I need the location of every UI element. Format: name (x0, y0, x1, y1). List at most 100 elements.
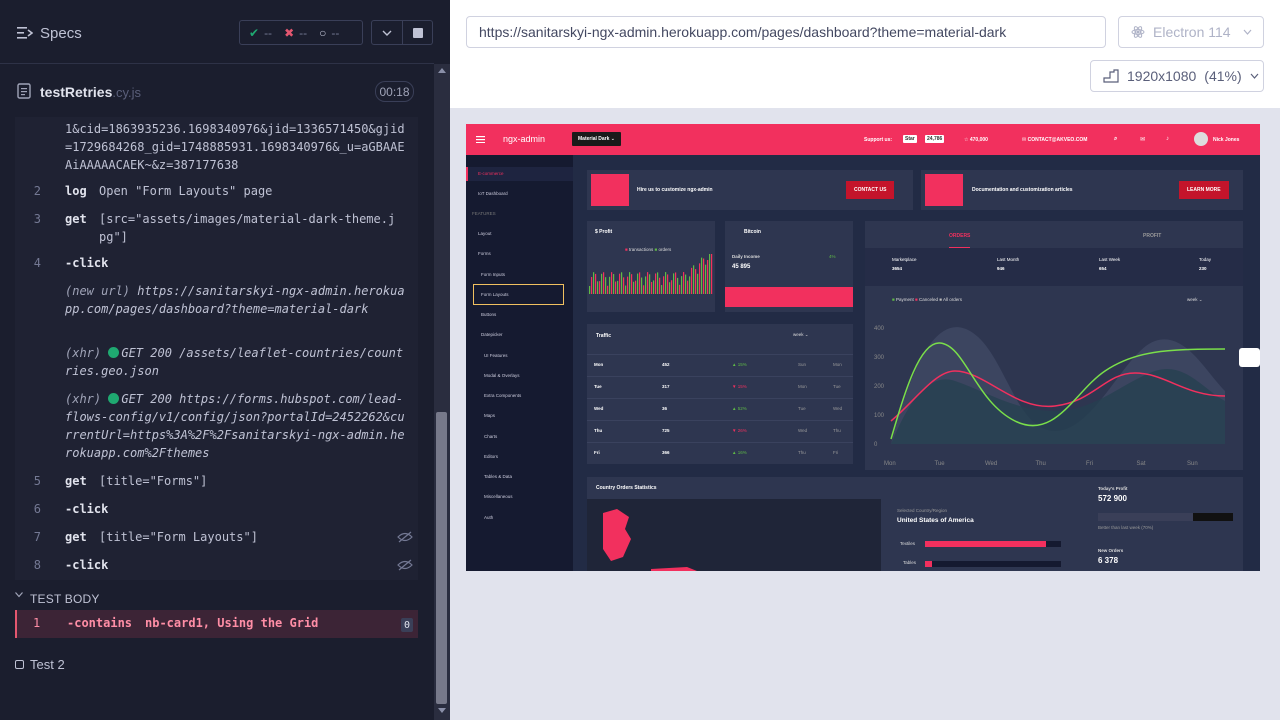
theme-select[interactable]: Material Dark ⌄ (572, 132, 621, 146)
scroll-thumb[interactable] (436, 412, 447, 704)
menu-item-forms[interactable]: Forms (478, 251, 491, 256)
profit-bar (621, 272, 623, 294)
specs-label[interactable]: Specs (40, 25, 82, 42)
orders-line-chart: 400 300 200 100 0 Mon Tue Wed Thu Fri Sat Sun (874, 326, 1226, 467)
stop-button[interactable] (403, 20, 433, 45)
traffic-cell: Mon (798, 384, 807, 389)
options-dropdown-button[interactable] (371, 20, 403, 45)
avatar[interactable] (1194, 132, 1208, 146)
menu-item-misc[interactable]: Miscellaneous (484, 494, 513, 499)
menu-item-ecommerce[interactable]: E-commerce (478, 171, 504, 176)
chevron-down-icon (15, 592, 23, 598)
profit-card: $ Profit ■ transactions ■ orders (587, 221, 715, 312)
profit-bar (679, 284, 681, 294)
contact-email[interactable]: ✉ CONTACT@AKVEO.COM (1022, 137, 1087, 143)
orders-period-select[interactable]: week ⌄ (1187, 297, 1203, 303)
profit-bar (677, 277, 679, 294)
test-body-section[interactable]: TEST BODY (15, 588, 418, 610)
menu-toggle-icon[interactable] (476, 136, 485, 143)
menu-item-layout[interactable]: Layout (478, 231, 492, 236)
traffic-cell: Fri (833, 450, 839, 455)
tab-profit[interactable]: PROFIT (1143, 233, 1161, 239)
x-tick-label: Thu (1036, 461, 1046, 467)
mail-icon[interactable]: ✉ (1140, 136, 1145, 143)
traffic-row: Wed 36 ▲ 52% Tue Wed (587, 398, 853, 418)
profit-bar (605, 277, 607, 294)
menu-item-extra[interactable]: Extra Components (484, 393, 521, 398)
profit-bar (687, 280, 689, 294)
specs-list-icon[interactable] (17, 26, 33, 40)
traffic-row: Fri 366 ▲ 16% Thu Fri (587, 442, 853, 462)
profit-bar (629, 272, 631, 294)
traffic-period-select[interactable]: week ⌄ (793, 332, 809, 338)
profit-bar-chart (589, 254, 713, 294)
y-tick-label: 200 (874, 384, 885, 390)
viewport-selector[interactable]: 1920x1080 (41%) (1090, 60, 1264, 92)
browser-selector[interactable]: Electron 114 (1118, 16, 1264, 48)
menu-item-form-layouts[interactable]: Form Layouts (481, 292, 509, 297)
bell-icon[interactable]: ♪ (1166, 136, 1169, 142)
menu-item-maps[interactable]: Maps (484, 413, 495, 418)
chevron-down-icon (382, 30, 392, 36)
scroll-up-icon[interactable] (438, 68, 446, 73)
traffic-cell: ▼ 26% (732, 428, 747, 433)
profit-bar (609, 276, 611, 294)
test-stats: ✔ -- ✖ -- ○ -- (239, 20, 363, 45)
bitcoin-card: Bitcoin Daily Income 45 895 4% (725, 221, 853, 312)
profit-bar (593, 272, 595, 294)
support-label: Support us: (864, 137, 893, 143)
app-brand[interactable]: ngx-admin (503, 134, 545, 144)
menu-item-buttons[interactable]: Buttons (481, 312, 496, 317)
menu-item-charts[interactable]: Charts (484, 434, 497, 439)
profit-bar (659, 277, 661, 294)
selected-country: United States of America (897, 517, 974, 524)
tab-orders[interactable]: ORDERS (949, 233, 971, 248)
github-star-button[interactable]: Star (903, 135, 917, 143)
traffic-cell: 317 (662, 384, 670, 389)
menu-item-editors[interactable]: Editors (484, 454, 498, 459)
profit-bar (709, 254, 711, 294)
profit-bar (599, 281, 601, 294)
profit-bar (671, 280, 673, 294)
profit-bar (653, 280, 655, 294)
duration-badge: 00:18 (375, 81, 414, 102)
profit-bar (613, 274, 615, 294)
menu-item-modal[interactable]: Modal & Overlays (484, 373, 520, 378)
menu-item-auth[interactable]: Auth (484, 515, 493, 520)
x-tick-label: Tue (935, 461, 946, 467)
menu-item-form-inputs[interactable]: Form Inputs (481, 272, 505, 277)
failed-command-row[interactable]: 1 -contains nb-card1, Using the Grid 0 (15, 610, 418, 638)
profit-bar (667, 274, 669, 294)
star-count: 24,786 (925, 135, 945, 143)
menu-item-tables[interactable]: Tables & Data (484, 474, 512, 479)
contact-us-button[interactable]: CONTACT US (846, 181, 895, 199)
user-name[interactable]: Nick Jones (1213, 137, 1239, 143)
profit-bar (603, 272, 605, 294)
status-dot-icon (108, 393, 120, 404)
stars-total: ☆ 470,000 (964, 137, 988, 143)
scroll-down-icon[interactable] (438, 708, 446, 713)
menu-item-iot[interactable]: IoT Dashboard (478, 191, 508, 196)
scrollbar[interactable] (434, 64, 450, 720)
traffic-cell: 366 (662, 450, 670, 455)
x-tick-label: Mon (884, 461, 896, 467)
check-icon: ✔ (249, 25, 260, 40)
profit-bar (665, 272, 667, 294)
menu-item-datepicker[interactable]: Datepicker (481, 332, 503, 337)
orders-stat-value: 946 (997, 266, 1005, 271)
search-icon[interactable]: ⌕ (1114, 136, 1117, 143)
profit-bar (645, 276, 647, 294)
command-list: 1&cid=1863935236.1698340976&jid=13365714… (15, 117, 418, 580)
profit-bar (701, 257, 703, 294)
profit-bar (631, 274, 633, 294)
url-bar[interactable]: https://sanitarskyi-ngx-admin.herokuapp.… (466, 16, 1106, 48)
spec-filename[interactable]: testRetries.cy.js (40, 84, 141, 100)
learn-more-button[interactable]: LEARN MORE (1179, 181, 1229, 199)
profit-bar (705, 264, 707, 294)
orders-card: ORDERS PROFIT Marketplace 3654 Last Month 9… (865, 221, 1243, 470)
profit-bar (633, 281, 635, 294)
orders-stat-label: Today (1199, 257, 1212, 262)
profit-bar (607, 285, 609, 294)
feedback-tab[interactable] (1239, 348, 1260, 367)
menu-item-ui-features[interactable]: UI Features (484, 353, 508, 358)
